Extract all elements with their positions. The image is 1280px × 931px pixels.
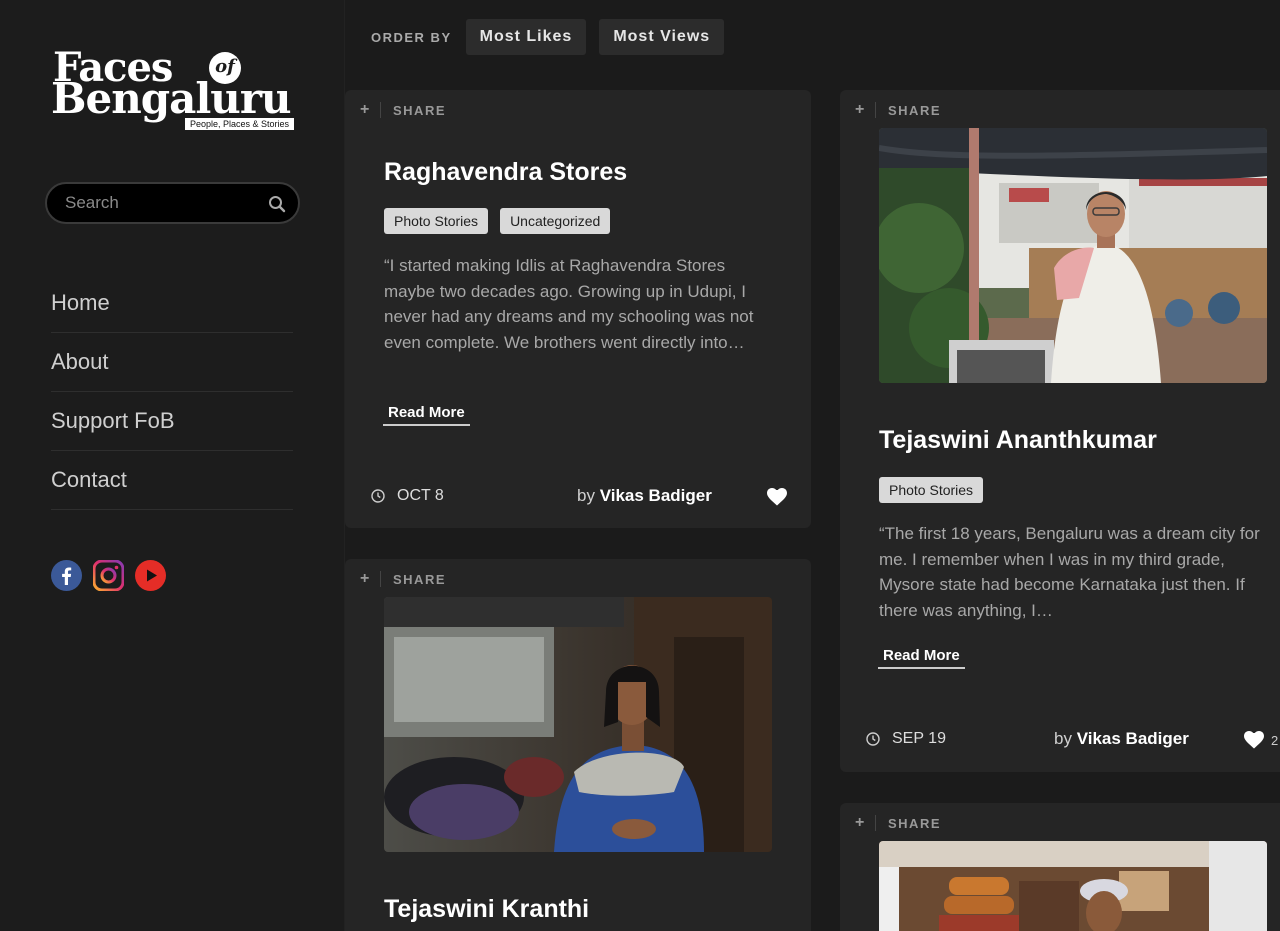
plus-icon[interactable]: + [855,814,867,832]
author-link[interactable]: Vikas Badiger [1077,729,1189,748]
search-input[interactable] [65,192,255,214]
share-control[interactable]: + SHARE [855,100,941,120]
like-count: 2 [1271,733,1279,748]
author-link[interactable]: Vikas Badiger [600,486,712,505]
clock-icon [371,489,385,503]
post-excerpt: “The first 18 years, Bengaluru was a dre… [879,524,1260,620]
post-excerpt: “I started making Idlis at Raghavendra S… [384,256,754,352]
post-card: + SHARE [840,803,1280,931]
nav-item-contact[interactable]: Contact [51,451,293,510]
date-text: SEP 19 [892,730,946,747]
share-control[interactable]: + SHARE [855,813,941,833]
tag-photo-stories[interactable]: Photo Stories [879,477,984,503]
share-label[interactable]: SHARE [888,816,941,831]
read-more-link[interactable]: Read More [383,404,470,426]
share-divider [875,102,876,118]
post-image[interactable] [879,841,1267,931]
share-divider [875,815,876,831]
plus-icon[interactable]: + [360,570,372,588]
share-label[interactable]: SHARE [393,103,446,118]
post-date: SEP 19 [866,730,946,748]
post-title[interactable]: Tejaswini Kranthi [384,895,589,924]
post-card: + SHARE Tejaswini Kranthi [345,559,811,931]
facebook-icon[interactable] [51,560,82,591]
main-nav: Home About Support FoB Contact [51,274,293,510]
post-image[interactable] [879,128,1267,383]
read-more-link[interactable]: Read More [878,647,965,669]
post-card: + SHARE [840,90,1280,772]
sidebar: Faces of Bengaluru People, Places & Stor… [0,0,345,931]
share-divider [380,102,381,118]
most-views-button[interactable]: Most Views [599,19,725,55]
search-icon[interactable] [268,195,286,213]
post-title[interactable]: Tejaswini Ananthkumar [879,426,1157,455]
most-likes-button[interactable]: Most Likes [465,19,587,55]
post-card: + SHARE Raghavendra Stores Photo Stories… [345,90,811,528]
by-label: by [577,486,595,505]
by-label: by [1054,729,1072,748]
share-control[interactable]: + SHARE [360,569,446,589]
byline: by Vikas Badiger [577,486,712,506]
nav-item-about[interactable]: About [51,333,293,392]
logo-line-2: Bengaluru [51,74,291,123]
clock-icon [866,732,880,746]
post-tags: Photo Stories Uncategorized [384,208,611,234]
youtube-icon[interactable] [135,560,166,591]
plus-icon[interactable]: + [855,101,867,119]
tag-uncategorized[interactable]: Uncategorized [500,208,611,234]
order-by-bar: ORDER BY Most Likes Most Views [371,19,737,55]
post-tags: Photo Stories [879,477,984,503]
search-box [45,182,300,224]
share-label[interactable]: SHARE [393,572,446,587]
share-label[interactable]: SHARE [888,103,941,118]
heart-icon[interactable] [767,488,787,506]
date-text: OCT 8 [397,487,444,504]
instagram-icon[interactable] [92,559,125,592]
order-by-label: ORDER BY [371,29,452,45]
plus-icon[interactable]: + [360,101,372,119]
logo-tagline: People, Places & Stories [184,118,294,130]
post-title[interactable]: Raghavendra Stores [384,158,627,187]
share-divider [380,571,381,587]
post-date: OCT 8 [371,487,444,505]
site-logo[interactable]: Faces of Bengaluru People, Places & Stor… [51,48,296,134]
heart-icon[interactable] [1244,731,1264,749]
nav-item-home[interactable]: Home [51,274,293,333]
nav-item-support[interactable]: Support FoB [51,392,293,451]
byline: by Vikas Badiger [1054,729,1189,749]
social-links [51,559,166,592]
post-image[interactable] [384,597,772,852]
tag-photo-stories[interactable]: Photo Stories [384,208,489,234]
share-control[interactable]: + SHARE [360,100,446,120]
